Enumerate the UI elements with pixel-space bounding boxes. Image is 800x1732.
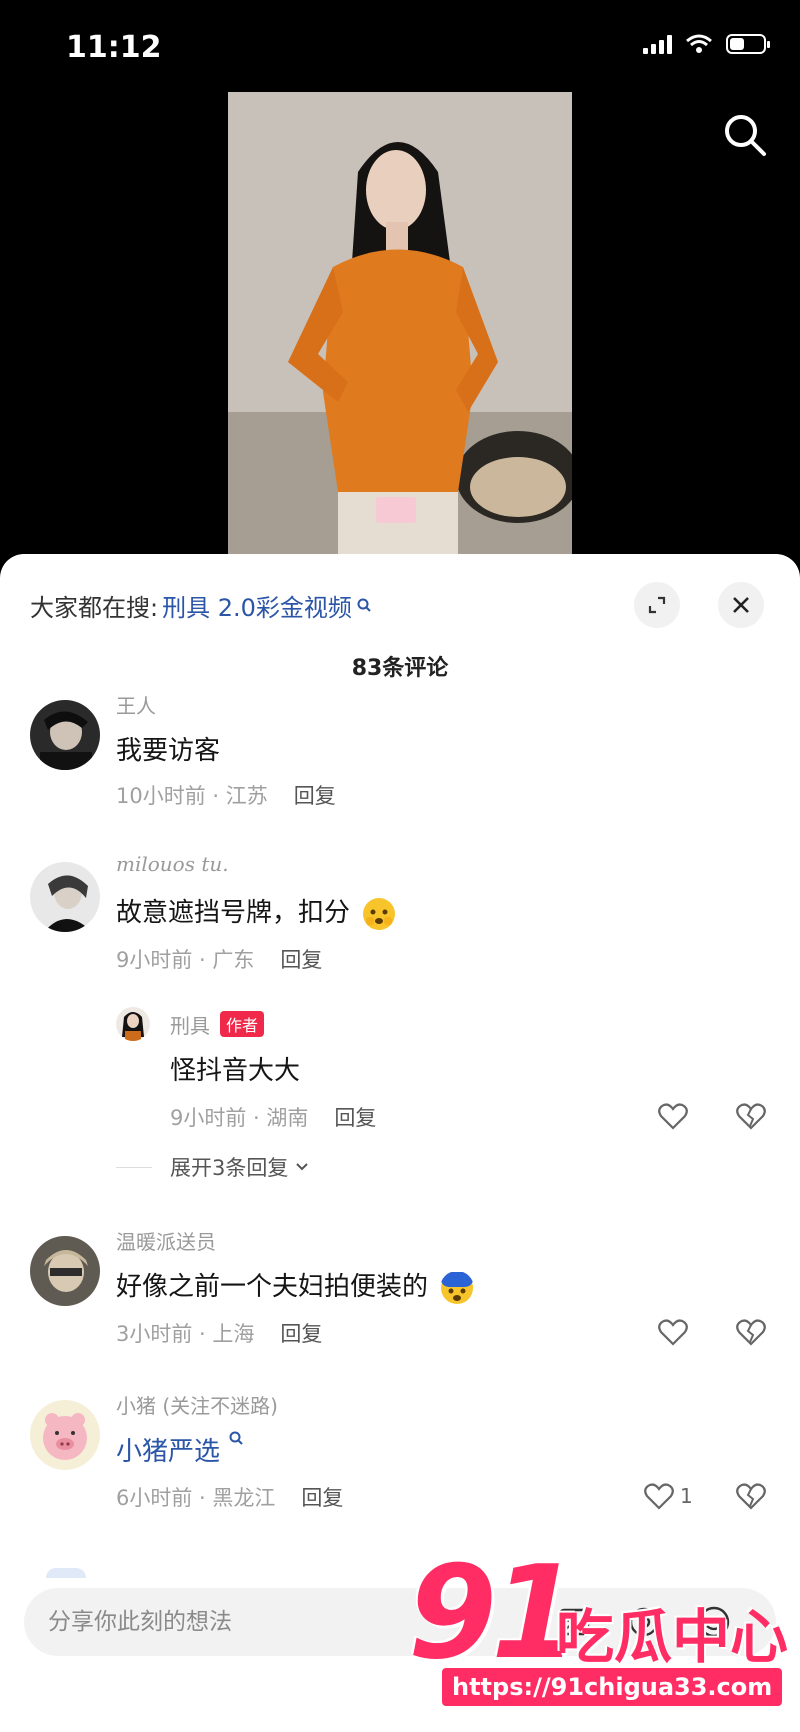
comment-text[interactable]: 小猪严选 xyxy=(116,1430,244,1468)
comment-meta: 9小时前 · 广东 回复 xyxy=(116,944,322,974)
comment-meta: 6小时前 · 黑龙江 回复 xyxy=(116,1482,343,1512)
reply-meta: 9小时前 · 湖南 回复 xyxy=(170,1102,376,1132)
reply-button[interactable]: 回复 xyxy=(294,784,336,808)
search-prefix: 大家都在搜: xyxy=(30,593,159,622)
chevron-down-icon xyxy=(296,1163,309,1171)
video-area[interactable] xyxy=(0,92,800,562)
watermark-number: 91 xyxy=(408,1539,580,1688)
avatar[interactable] xyxy=(30,862,100,932)
comment-count: 83条评论 xyxy=(351,656,449,681)
search-suggestion-bar: 大家都在搜: 刑具 2.0彩金视频 xyxy=(30,580,770,630)
watermark-brand: 吃瓜中心 xyxy=(556,1603,789,1671)
avatar[interactable] xyxy=(116,1007,150,1041)
emoji-icon xyxy=(363,897,396,930)
comment-username[interactable]: 小猪 (关注不迷路) xyxy=(116,1390,278,1419)
status-icons xyxy=(643,34,770,54)
like-icon[interactable] xyxy=(658,1102,688,1130)
comment-username[interactable]: milouos tu. xyxy=(116,852,229,876)
comment-meta: 10小时前 · 江苏 回复 xyxy=(116,780,336,810)
video-thumbnail xyxy=(228,92,572,562)
comment-text-content: 好像之前一个夫妇拍便装的 xyxy=(116,1272,429,1302)
expand-divider xyxy=(116,1167,152,1168)
avatar xyxy=(46,1568,86,1578)
reply-text: 怪抖音大大 xyxy=(170,1056,301,1086)
comment-time-location: 10小时前 · 江苏 xyxy=(116,784,268,808)
watermark-url: https://91chigua33.com xyxy=(442,1668,783,1706)
status-bar: 11:12 xyxy=(0,0,800,90)
avatar[interactable] xyxy=(30,1400,100,1470)
search-suggestion-link[interactable]: 刑具 2.0彩金视频 xyxy=(162,588,352,623)
comment-meta: 3小时前 · 上海 回复 xyxy=(116,1318,322,1348)
author-badge: 作者 xyxy=(220,1011,265,1037)
like-count: 1 xyxy=(680,1484,693,1508)
comment-time-location: 3小时前 · 上海 xyxy=(116,1322,255,1346)
comment-text-content: 故意遮挡号牌，扣分 xyxy=(116,898,351,928)
watermark: 91 吃瓜中心 https://91chigua33.com xyxy=(390,1550,800,1732)
reply-time-location: 9小时前 · 湖南 xyxy=(170,1106,309,1130)
expand-replies-label: 展开3条回复 xyxy=(170,1156,289,1180)
reply-button[interactable]: 回复 xyxy=(280,1322,322,1346)
search-mini-icon xyxy=(229,1431,243,1445)
expand-icon xyxy=(648,596,666,614)
comment-username[interactable]: 温暖派送员 xyxy=(116,1226,216,1255)
status-time: 11:12 xyxy=(66,30,162,65)
close-button[interactable] xyxy=(718,582,764,628)
battery-icon xyxy=(726,34,770,54)
wifi-icon xyxy=(686,34,712,53)
battery-level xyxy=(730,38,745,50)
reply-username: 刑具 作者 xyxy=(170,1010,265,1039)
reply-button[interactable]: 回复 xyxy=(334,1106,376,1130)
comment-text: 故意遮挡号牌，扣分 xyxy=(116,892,396,931)
avatar[interactable] xyxy=(30,1236,100,1306)
emoji-icon xyxy=(441,1271,474,1304)
reply-username-text[interactable]: 刑具 xyxy=(170,1014,210,1038)
video-frame[interactable] xyxy=(228,92,572,562)
expand-replies-button[interactable]: 展开3条回复 xyxy=(170,1152,310,1182)
like-icon[interactable] xyxy=(644,1482,674,1510)
expand-button[interactable] xyxy=(634,582,680,628)
comment-time-location: 9小时前 · 广东 xyxy=(116,948,255,972)
search-mini-icon xyxy=(357,598,371,612)
close-icon xyxy=(733,597,749,613)
reply-button[interactable]: 回复 xyxy=(280,948,322,972)
like-icon[interactable] xyxy=(658,1318,688,1346)
reply-button[interactable]: 回复 xyxy=(301,1486,343,1510)
comment-username[interactable]: 王人 xyxy=(116,690,156,719)
comment-text: 我要访客 xyxy=(116,736,221,766)
avatar[interactable] xyxy=(30,700,100,770)
comment-link-text[interactable]: 小猪严选 xyxy=(116,1437,220,1467)
comment-text: 好像之前一个夫妇拍便装的 xyxy=(116,1266,474,1305)
dislike-icon[interactable] xyxy=(736,1482,766,1510)
dislike-icon[interactable] xyxy=(736,1102,766,1130)
signal-icon xyxy=(643,34,672,54)
comment-time-location: 6小时前 · 黑龙江 xyxy=(116,1486,276,1510)
search-icon[interactable] xyxy=(720,110,770,160)
dislike-icon[interactable] xyxy=(736,1318,766,1346)
